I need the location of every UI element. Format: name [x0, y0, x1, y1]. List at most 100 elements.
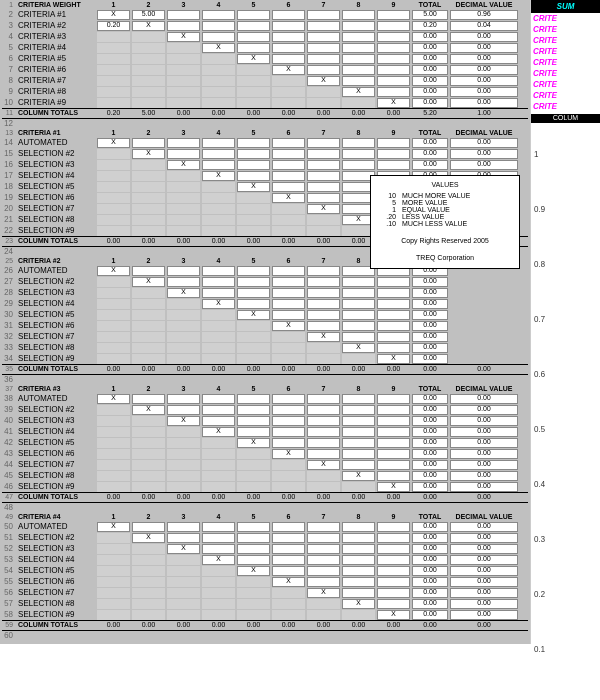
- grid-cell[interactable]: X: [307, 204, 340, 214]
- grid-cell[interactable]: [377, 566, 410, 576]
- grid-cell[interactable]: [307, 577, 340, 587]
- grid-cell[interactable]: X: [342, 599, 375, 609]
- grid-cell[interactable]: [202, 354, 235, 364]
- grid-cell[interactable]: [237, 599, 270, 609]
- grid-cell[interactable]: [272, 21, 305, 31]
- grid-cell[interactable]: [167, 427, 200, 437]
- grid-cell[interactable]: [307, 566, 340, 576]
- grid-cell[interactable]: [97, 226, 130, 236]
- grid-cell[interactable]: [202, 277, 235, 287]
- grid-cell[interactable]: [237, 427, 270, 437]
- grid-cell[interactable]: [272, 394, 305, 404]
- grid-cell[interactable]: [97, 555, 130, 565]
- grid-cell[interactable]: [342, 522, 375, 532]
- grid-cell[interactable]: [307, 555, 340, 565]
- grid-cell[interactable]: X: [132, 405, 165, 415]
- grid-cell[interactable]: [202, 533, 235, 543]
- grid-cell[interactable]: X: [237, 54, 270, 64]
- grid-cell[interactable]: [342, 555, 375, 565]
- grid-cell[interactable]: [272, 416, 305, 426]
- grid-cell[interactable]: [97, 65, 130, 75]
- grid-cell[interactable]: [97, 588, 130, 598]
- grid-cell[interactable]: [342, 277, 375, 287]
- grid-cell[interactable]: [167, 321, 200, 331]
- grid-cell[interactable]: [132, 471, 165, 481]
- grid-cell[interactable]: [342, 533, 375, 543]
- grid-cell[interactable]: [97, 277, 130, 287]
- grid-cell[interactable]: [342, 149, 375, 159]
- grid-cell[interactable]: [97, 193, 130, 203]
- grid-cell[interactable]: [272, 427, 305, 437]
- grid-cell[interactable]: [272, 522, 305, 532]
- grid-cell[interactable]: [272, 87, 305, 97]
- grid-cell[interactable]: [307, 471, 340, 481]
- grid-cell[interactable]: [272, 343, 305, 353]
- grid-cell[interactable]: 0.20: [97, 21, 130, 31]
- grid-cell[interactable]: [342, 438, 375, 448]
- grid-cell[interactable]: [237, 193, 270, 203]
- grid-cell[interactable]: [342, 138, 375, 148]
- grid-cell[interactable]: [132, 98, 165, 108]
- grid-cell[interactable]: [167, 193, 200, 203]
- grid-cell[interactable]: [202, 482, 235, 492]
- grid-cell[interactable]: [342, 354, 375, 364]
- grid-cell[interactable]: X: [237, 310, 270, 320]
- grid-cell[interactable]: [97, 405, 130, 415]
- grid-cell[interactable]: [377, 449, 410, 459]
- grid-cell[interactable]: [97, 332, 130, 342]
- grid-cell[interactable]: [237, 21, 270, 31]
- grid-cell[interactable]: [307, 32, 340, 42]
- grid-cell[interactable]: [167, 204, 200, 214]
- grid-cell[interactable]: X: [97, 10, 130, 20]
- grid-cell[interactable]: [307, 171, 340, 181]
- grid-cell[interactable]: [237, 577, 270, 587]
- grid-cell[interactable]: [272, 160, 305, 170]
- grid-cell[interactable]: [377, 555, 410, 565]
- grid-cell[interactable]: [342, 98, 375, 108]
- grid-cell[interactable]: [97, 43, 130, 53]
- grid-cell[interactable]: [237, 471, 270, 481]
- grid-cell[interactable]: [307, 160, 340, 170]
- grid-cell[interactable]: [307, 533, 340, 543]
- grid-cell[interactable]: [307, 182, 340, 192]
- grid-cell[interactable]: [377, 471, 410, 481]
- grid-cell[interactable]: [237, 332, 270, 342]
- grid-cell[interactable]: [237, 299, 270, 309]
- grid-cell[interactable]: [202, 566, 235, 576]
- grid-cell[interactable]: [307, 54, 340, 64]
- grid-cell[interactable]: X: [237, 566, 270, 576]
- grid-cell[interactable]: [237, 460, 270, 470]
- grid-cell[interactable]: [132, 65, 165, 75]
- grid-cell[interactable]: [307, 354, 340, 364]
- grid-cell[interactable]: [132, 310, 165, 320]
- grid-cell[interactable]: [132, 43, 165, 53]
- grid-cell[interactable]: [202, 460, 235, 470]
- grid-cell[interactable]: [272, 460, 305, 470]
- grid-cell[interactable]: [342, 449, 375, 459]
- grid-cell[interactable]: [167, 438, 200, 448]
- grid-cell[interactable]: [237, 405, 270, 415]
- grid-cell[interactable]: [342, 43, 375, 53]
- grid-cell[interactable]: [377, 544, 410, 554]
- grid-cell[interactable]: [167, 449, 200, 459]
- grid-cell[interactable]: [97, 460, 130, 470]
- grid-cell[interactable]: [307, 149, 340, 159]
- grid-cell[interactable]: [377, 394, 410, 404]
- grid-cell[interactable]: X: [202, 427, 235, 437]
- grid-cell[interactable]: [167, 599, 200, 609]
- grid-cell[interactable]: [167, 10, 200, 20]
- grid-cell[interactable]: [307, 416, 340, 426]
- grid-cell[interactable]: [377, 10, 410, 20]
- grid-cell[interactable]: [307, 215, 340, 225]
- grid-cell[interactable]: [167, 354, 200, 364]
- grid-cell[interactable]: X: [97, 138, 130, 148]
- grid-cell[interactable]: [167, 588, 200, 598]
- grid-cell[interactable]: [342, 416, 375, 426]
- grid-cell[interactable]: [202, 21, 235, 31]
- grid-cell[interactable]: [202, 332, 235, 342]
- grid-cell[interactable]: [167, 277, 200, 287]
- grid-cell[interactable]: [307, 610, 340, 620]
- grid-cell[interactable]: [167, 98, 200, 108]
- grid-cell[interactable]: X: [202, 171, 235, 181]
- grid-cell[interactable]: [202, 588, 235, 598]
